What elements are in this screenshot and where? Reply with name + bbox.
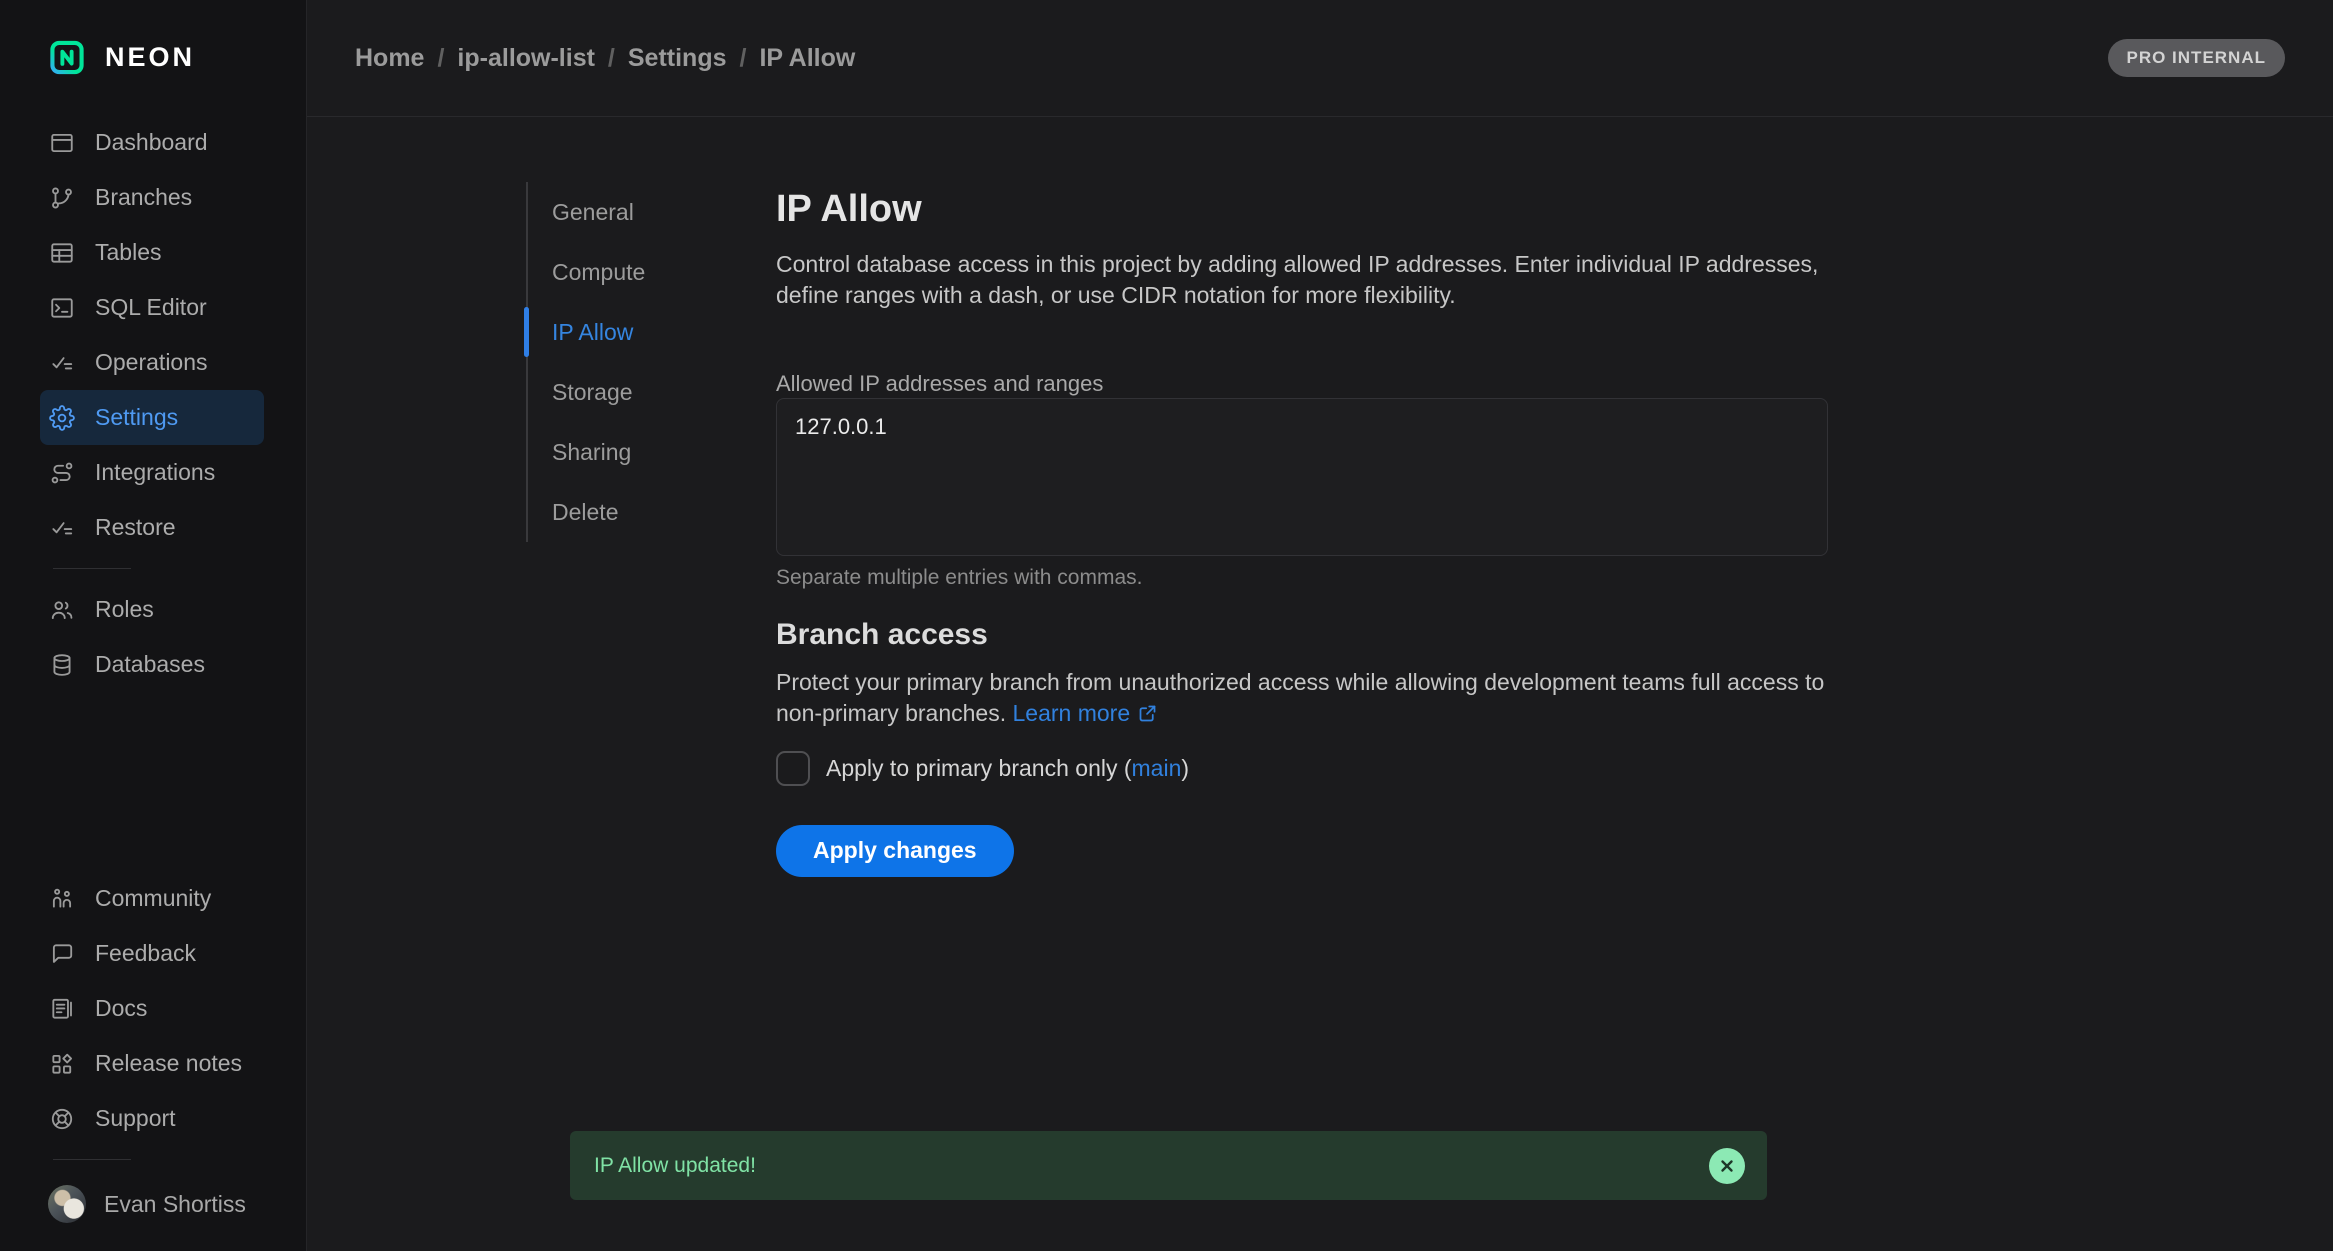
external-link-icon — [1137, 703, 1158, 724]
brand[interactable]: NEON — [0, 0, 306, 75]
breadcrumb-settings[interactable]: Settings — [628, 44, 727, 73]
settings-tab-storage[interactable]: Storage — [528, 362, 688, 422]
apply-changes-button[interactable]: Apply changes — [776, 825, 1014, 877]
sidebar-item-support[interactable]: Support — [40, 1091, 264, 1146]
avatar — [48, 1185, 86, 1223]
breadcrumb: Home / ip-allow-list / Settings / IP All… — [355, 44, 855, 73]
community-icon — [49, 886, 75, 912]
sidebar-item-label: Branches — [95, 184, 192, 211]
sidebar-item-release-notes[interactable]: Release notes — [40, 1036, 264, 1091]
support-icon — [49, 1106, 75, 1132]
release-notes-icon — [49, 1051, 75, 1077]
feedback-icon — [49, 941, 75, 967]
learn-more-link[interactable]: Learn more — [1013, 700, 1159, 726]
primary-branch-label: Apply to primary branch only (main) — [826, 755, 1189, 782]
sidebar-item-feedback[interactable]: Feedback — [40, 926, 264, 981]
breadcrumb-separator: / — [740, 44, 747, 73]
main-content: General Compute IP Allow Storage Sharing… — [307, 117, 2333, 1251]
settings-sub-nav: General Compute IP Allow Storage Sharing… — [526, 182, 688, 542]
sidebar-item-restore[interactable]: Restore — [40, 500, 264, 555]
breadcrumb-home[interactable]: Home — [355, 44, 424, 73]
toast-message: IP Allow updated! — [594, 1154, 756, 1178]
breadcrumb-project[interactable]: ip-allow-list — [457, 44, 595, 73]
app-root: NEON Dashboard Branches Tables — [0, 0, 2333, 1251]
sidebar-item-docs[interactable]: Docs — [40, 981, 264, 1036]
sidebar-divider — [53, 1159, 131, 1160]
operations-icon — [49, 350, 75, 376]
databases-icon — [49, 652, 75, 678]
top-bar: Home / ip-allow-list / Settings / IP All… — [307, 0, 2333, 117]
breadcrumb-current: IP Allow — [759, 44, 855, 73]
settings-tab-ip-allow[interactable]: IP Allow — [528, 302, 688, 362]
sidebar-nav-main: Dashboard Branches Tables SQL Editor — [40, 115, 264, 555]
branch-access-description: Protect your primary branch from unautho… — [776, 667, 1828, 729]
brand-name: NEON — [105, 42, 195, 73]
restore-icon — [49, 515, 75, 541]
sidebar-item-branches[interactable]: Branches — [40, 170, 264, 225]
settings-tab-sharing[interactable]: Sharing — [528, 422, 688, 482]
ip-addresses-input[interactable]: 127.0.0.1 — [776, 398, 1828, 556]
sidebar-item-tables[interactable]: Tables — [40, 225, 264, 280]
sidebar-spacer — [0, 692, 306, 871]
primary-branch-row: Apply to primary branch only (main) — [776, 751, 1828, 786]
settings-tab-compute[interactable]: Compute — [528, 242, 688, 302]
settings-tab-delete[interactable]: Delete — [528, 482, 688, 542]
sidebar-item-label: Support — [95, 1105, 176, 1132]
success-toast: IP Allow updated! — [570, 1131, 1767, 1200]
sidebar-divider — [53, 568, 131, 569]
sql-editor-icon — [49, 295, 75, 321]
branches-icon — [49, 185, 75, 211]
sidebar-item-settings[interactable]: Settings — [40, 390, 264, 445]
sidebar-nav-footer: Community Feedback Docs Release notes — [40, 871, 264, 1146]
user-menu[interactable]: Evan Shortiss — [0, 1173, 306, 1223]
ip-allow-panel: IP Allow Control database access in this… — [776, 117, 1828, 877]
sidebar-item-label: Settings — [95, 404, 178, 431]
settings-tab-general[interactable]: General — [528, 182, 688, 242]
sidebar-item-integrations[interactable]: Integrations — [40, 445, 264, 500]
page-description: Control database access in this project … — [776, 249, 1828, 311]
sidebar-item-label: SQL Editor — [95, 294, 207, 321]
breadcrumb-separator: / — [608, 44, 615, 73]
docs-icon — [49, 996, 75, 1022]
sidebar-item-label: Databases — [95, 651, 205, 678]
sidebar-item-label: Tables — [95, 239, 161, 266]
sidebar-item-label: Release notes — [95, 1050, 242, 1077]
integrations-icon — [49, 460, 75, 486]
page-title: IP Allow — [776, 187, 1828, 233]
ip-field-helper: Separate multiple entries with commas. — [776, 565, 1828, 591]
plan-badge: PRO INTERNAL — [2108, 39, 2286, 77]
dashboard-icon — [49, 130, 75, 156]
sidebar-item-label: Integrations — [95, 459, 215, 486]
sidebar-item-databases[interactable]: Databases — [40, 637, 264, 692]
sidebar-item-label: Feedback — [95, 940, 196, 967]
roles-icon — [49, 597, 75, 623]
sidebar-item-community[interactable]: Community — [40, 871, 264, 926]
sidebar-nav-secondary: Roles Databases — [40, 582, 264, 692]
close-icon — [1718, 1157, 1736, 1175]
sidebar-item-operations[interactable]: Operations — [40, 335, 264, 390]
sidebar-item-label: Docs — [95, 995, 147, 1022]
sidebar: NEON Dashboard Branches Tables — [0, 0, 307, 1251]
user-name: Evan Shortiss — [104, 1191, 246, 1218]
sidebar-item-label: Restore — [95, 514, 176, 541]
neon-logo-icon — [50, 40, 84, 75]
sidebar-item-dashboard[interactable]: Dashboard — [40, 115, 264, 170]
sidebar-item-sql-editor[interactable]: SQL Editor — [40, 280, 264, 335]
ip-field-label: Allowed IP addresses and ranges — [776, 371, 1828, 397]
toast-close-button[interactable] — [1709, 1148, 1745, 1184]
sidebar-item-label: Dashboard — [95, 129, 208, 156]
sidebar-item-label: Community — [95, 885, 211, 912]
breadcrumb-separator: / — [437, 44, 444, 73]
sidebar-item-roles[interactable]: Roles — [40, 582, 264, 637]
primary-branch-checkbox[interactable] — [776, 751, 810, 786]
sidebar-item-label: Roles — [95, 596, 154, 623]
branch-name-link[interactable]: main — [1132, 755, 1182, 781]
tables-icon — [49, 240, 75, 266]
gear-icon — [49, 405, 75, 431]
branch-access-title: Branch access — [776, 617, 1828, 653]
sidebar-item-label: Operations — [95, 349, 208, 376]
